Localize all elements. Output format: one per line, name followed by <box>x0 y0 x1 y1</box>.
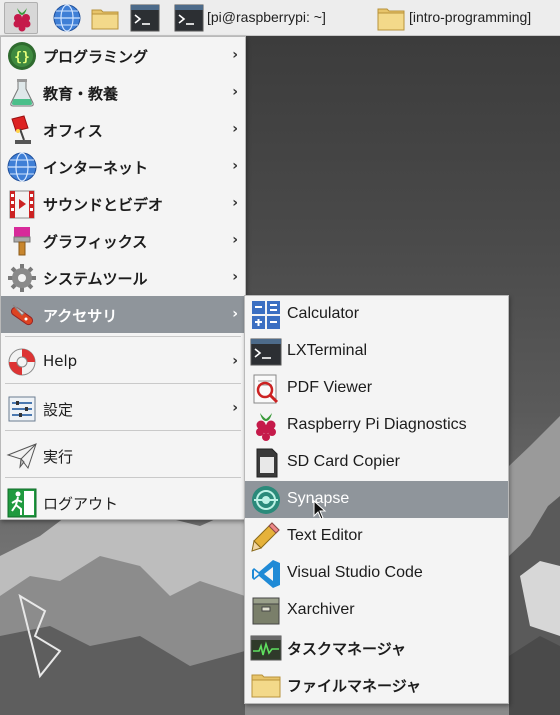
archive-icon <box>252 597 280 625</box>
menu-item-label: 実行 <box>43 448 74 466</box>
pdf-viewer-icon <box>253 374 279 404</box>
chevron-right-icon: › <box>232 47 238 63</box>
terminal-window-button[interactable]: [pi@raspberrypi: ~] <box>172 2 368 34</box>
menu-item-programming[interactable]: {} プログラミング › <box>1 37 245 74</box>
submenu-item-label: LXTerminal <box>287 342 368 359</box>
folder-window-title: [intro-programming] <box>409 9 532 25</box>
swiss-knife-icon <box>10 304 34 326</box>
menu-button[interactable] <box>4 2 38 34</box>
terminal-window-title: [pi@raspberrypi: ~] <box>207 9 326 25</box>
mouse-cursor-icon <box>313 500 327 520</box>
menu-item-accessories[interactable]: アクセサリ › <box>1 296 245 333</box>
submenu-item-vscode[interactable]: Visual Studio Code <box>245 555 508 592</box>
menu-item-label: オフィス <box>43 122 103 140</box>
menu-separator <box>5 477 241 478</box>
menu-separator <box>5 430 241 431</box>
menu-item-graphics[interactable]: グラフィックス › <box>1 222 245 259</box>
menu-item-label: アクセサリ <box>43 307 118 325</box>
submenu-item-label: Calculator <box>287 305 360 322</box>
sound-video-icon <box>9 190 35 219</box>
folder-icon <box>377 8 405 31</box>
menu-item-system-tools[interactable]: システムツール › <box>1 259 245 296</box>
submenu-item-label: Raspberry Pi Diagnostics <box>287 416 467 433</box>
lifebuoy-icon <box>8 348 36 376</box>
menu-item-label: 設定 <box>43 401 74 419</box>
pencil-icon <box>251 522 280 552</box>
submenu-item-label: PDF Viewer <box>287 379 373 396</box>
chevron-right-icon: › <box>232 232 238 248</box>
chevron-right-icon: › <box>232 121 238 137</box>
sd-card-icon <box>256 448 278 478</box>
raspberry-menu-icon <box>13 8 31 32</box>
paintbrush-icon <box>13 227 31 256</box>
menu-separator <box>5 336 241 337</box>
submenu-item-text-editor[interactable]: Text Editor <box>245 518 508 555</box>
menu-item-label: インターネット <box>43 159 149 177</box>
raspberry-icon <box>256 413 276 441</box>
menu-item-label: ログアウト <box>43 495 119 513</box>
submenu-item-calculator[interactable]: Calculator <box>245 296 508 333</box>
menu-item-sound-video[interactable]: サウンドとビデオ › <box>1 185 245 222</box>
menu-item-label: 教育・教養 <box>43 85 119 103</box>
office-lamp-icon <box>11 115 31 144</box>
chevron-right-icon: › <box>232 269 238 285</box>
submenu-item-raspberry-pi-diagnostics[interactable]: Raspberry Pi Diagnostics <box>245 407 508 444</box>
terminal-icon[interactable] <box>130 3 160 33</box>
folder-window-button[interactable]: [intro-programming] <box>374 2 560 34</box>
submenu-item-label: タスクマネージャ <box>287 640 406 658</box>
submenu-item-xarchiver[interactable]: Xarchiver <box>245 592 508 629</box>
globe-icon <box>7 152 37 182</box>
menu-item-label: Help <box>43 352 78 370</box>
menu-item-run[interactable]: 実行 <box>1 437 245 474</box>
submenu-item-label: ファイルマネージャ <box>287 677 421 695</box>
submenu-item-label: Visual Studio Code <box>287 564 423 581</box>
calculator-icon <box>252 301 280 329</box>
vscode-icon <box>252 560 280 588</box>
file-manager-icon[interactable] <box>90 3 120 33</box>
terminal-icon <box>174 4 204 32</box>
svg-text:{}: {} <box>14 50 30 65</box>
menu-item-internet[interactable]: インターネット › <box>1 148 245 185</box>
gear-icon <box>8 264 36 292</box>
menu-item-settings[interactable]: 設定 › <box>1 390 245 427</box>
submenu-item-file-manager[interactable]: ファイルマネージャ <box>245 666 508 703</box>
chevron-right-icon: › <box>232 84 238 100</box>
submenu-item-sd-card-copier[interactable]: SD Card Copier <box>245 444 508 481</box>
task-manager-icon <box>250 635 282 661</box>
submenu-item-pdf-viewer[interactable]: PDF Viewer <box>245 370 508 407</box>
menu-item-logout[interactable]: ログアウト <box>1 484 245 521</box>
accessories-submenu: Calculator LXTerminal PDF Viewer Raspber… <box>244 295 509 704</box>
submenu-item-lxterminal[interactable]: LXTerminal <box>245 333 508 370</box>
menu-item-label: サウンドとビデオ <box>43 196 164 214</box>
folder-icon <box>251 674 281 698</box>
menu-item-help[interactable]: Help › <box>1 343 245 380</box>
menu-item-education[interactable]: 教育・教養 › <box>1 74 245 111</box>
menu-separator <box>5 383 241 384</box>
menu-item-office[interactable]: オフィス › <box>1 111 245 148</box>
web-browser-icon[interactable] <box>52 3 82 33</box>
exit-icon <box>7 488 37 518</box>
main-menu: {} プログラミング › 教育・教養 › オフィス › インターネット › サウ… <box>0 36 246 520</box>
submenu-item-label: Xarchiver <box>287 601 355 618</box>
menu-item-label: グラフィックス <box>43 233 148 251</box>
chevron-right-icon: › <box>232 400 238 416</box>
chevron-right-icon: › <box>232 353 238 369</box>
education-flask-icon <box>10 79 34 107</box>
submenu-item-synapse[interactable]: Synapse <box>245 481 508 518</box>
taskbar: [pi@raspberrypi: ~] [intro-programming] <box>0 0 560 36</box>
chevron-right-icon: › <box>232 195 238 211</box>
chevron-right-icon: › <box>232 306 238 322</box>
menu-item-label: システムツール <box>43 270 148 288</box>
synapse-icon <box>252 486 280 514</box>
paper-plane-icon <box>6 443 37 470</box>
chevron-right-icon: › <box>232 158 238 174</box>
terminal-icon <box>250 338 282 366</box>
menu-item-label: プログラミング <box>43 48 149 66</box>
submenu-item-task-manager[interactable]: タスクマネージャ <box>245 629 508 666</box>
submenu-item-label: Text Editor <box>287 527 363 544</box>
submenu-item-label: SD Card Copier <box>287 453 400 470</box>
settings-icon <box>8 396 36 422</box>
programming-icon: {} <box>8 42 36 70</box>
